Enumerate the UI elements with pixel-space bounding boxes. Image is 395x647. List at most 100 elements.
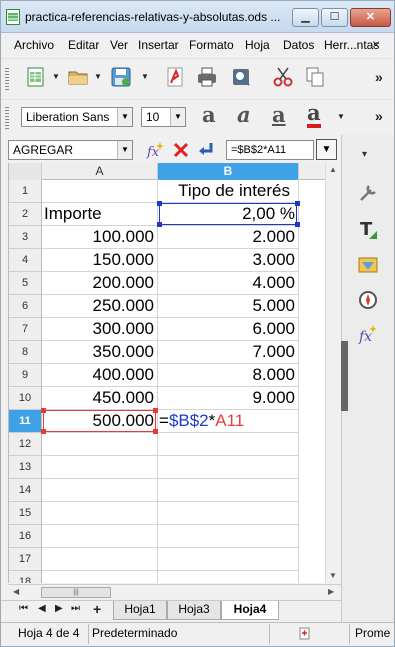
row-header[interactable]: 18	[9, 571, 42, 583]
cell-a9[interactable]: 400.000	[42, 364, 158, 387]
cell-empty[interactable]	[42, 479, 158, 502]
cell-b1[interactable]: Tipo de interés	[158, 180, 299, 203]
cell-empty[interactable]	[158, 433, 299, 456]
tab-hoja3[interactable]: Hoja3	[167, 601, 221, 620]
cut-icon[interactable]	[272, 66, 294, 88]
add-sheet-button[interactable]: +	[93, 601, 101, 617]
cell-b4[interactable]: 3.000	[158, 249, 299, 272]
styles-icon[interactable]: T	[357, 218, 379, 240]
sidebar-collapse-handle[interactable]	[341, 341, 348, 411]
cell-b7[interactable]: 6.000	[158, 318, 299, 341]
menu-datos[interactable]: Datos	[283, 38, 314, 52]
row-header[interactable]: 1	[9, 180, 42, 203]
ref-handle[interactable]	[295, 201, 300, 206]
cell-b8[interactable]: 7.000	[158, 341, 299, 364]
toolbar-more-icon[interactable]: »	[375, 69, 383, 85]
save-dropdown-icon[interactable]: ▼	[141, 72, 149, 81]
row-header[interactable]: 17	[9, 548, 42, 571]
sidebar-menu-icon[interactable]: ▾	[362, 149, 367, 160]
scroll-down-icon[interactable]: ▼	[329, 571, 337, 580]
horizontal-scroll-thumb[interactable]: |||	[41, 587, 111, 598]
italic-icon[interactable]: a	[237, 102, 251, 127]
select-all-corner[interactable]	[9, 163, 42, 180]
cell-empty[interactable]	[42, 525, 158, 548]
font-color-icon[interactable]: a	[307, 102, 321, 128]
menu-archivo[interactable]: Archivo	[14, 38, 54, 52]
cell-b9[interactable]: 8.000	[158, 364, 299, 387]
menu-insertar[interactable]: Insertar	[138, 38, 179, 52]
row-header[interactable]: 4	[9, 249, 42, 272]
row-header[interactable]: 9	[9, 364, 42, 387]
menu-editar[interactable]: Editar	[68, 38, 99, 52]
tab-hoja1[interactable]: Hoja1	[113, 601, 167, 620]
toolbar-grip[interactable]	[5, 107, 9, 129]
cell-empty[interactable]	[42, 502, 158, 525]
status-sum[interactable]: Prome	[355, 626, 390, 640]
minimize-button[interactable]: ▁	[292, 8, 319, 27]
row-header[interactable]: 12	[9, 433, 42, 456]
spreadsheet-grid[interactable]: A B 1 2 3 4 5 6 7 8 9 10 11 12 13 14 15 …	[8, 163, 341, 583]
cell-a2[interactable]: Importe	[42, 203, 158, 226]
tab-hoja4[interactable]: Hoja4	[221, 601, 279, 620]
vertical-scrollbar[interactable]: ▲ ▼	[325, 163, 341, 583]
column-header-b[interactable]: B	[158, 163, 299, 180]
scroll-up-icon[interactable]: ▲	[329, 165, 337, 174]
cell-b10[interactable]: 9.000	[158, 387, 299, 410]
first-sheet-icon[interactable]: ⏮	[19, 603, 28, 614]
cell-empty[interactable]	[158, 502, 299, 525]
ref-handle[interactable]	[157, 201, 162, 206]
bold-icon[interactable]: a	[202, 102, 216, 127]
maximize-button[interactable]: ☐	[321, 8, 348, 27]
cell-empty[interactable]	[158, 525, 299, 548]
format-toolbar-more-icon[interactable]: »	[375, 108, 383, 124]
open-dropdown-icon[interactable]: ▼	[94, 72, 102, 81]
cell-b5[interactable]: 4.000	[158, 272, 299, 295]
save-icon[interactable]	[110, 66, 132, 88]
cell-empty[interactable]	[158, 479, 299, 502]
export-pdf-icon[interactable]	[164, 66, 186, 88]
print-preview-icon[interactable]	[230, 66, 252, 88]
ref-handle[interactable]	[153, 408, 158, 413]
navigator-icon[interactable]	[357, 289, 379, 311]
function-wizard-icon[interactable]: fx	[146, 140, 166, 160]
close-window-button[interactable]: ✕	[350, 8, 391, 27]
row-header[interactable]: 13	[9, 456, 42, 479]
chevron-down-icon[interactable]: ▼	[117, 108, 132, 126]
cell-b3[interactable]: 2.000	[158, 226, 299, 249]
cell-a6[interactable]: 250.000	[42, 295, 158, 318]
row-header[interactable]: 3	[9, 226, 42, 249]
chevron-down-icon[interactable]: ▼	[170, 108, 185, 126]
menu-hoja[interactable]: Hoja	[245, 38, 270, 52]
cell-a3[interactable]: 100.000	[42, 226, 158, 249]
cell-a8[interactable]: 350.000	[42, 341, 158, 364]
cancel-icon[interactable]	[171, 140, 191, 160]
new-dropdown-icon[interactable]: ▼	[52, 72, 60, 81]
ref-handle[interactable]	[295, 222, 300, 227]
close-document-icon[interactable]: ×	[372, 36, 380, 52]
row-header[interactable]: 16	[9, 525, 42, 548]
menu-formato[interactable]: Formato	[189, 38, 234, 52]
ref-handle[interactable]	[157, 222, 162, 227]
underline-icon[interactable]: a	[272, 102, 286, 127]
row-header[interactable]: 10	[9, 387, 42, 410]
font-name-combobox[interactable]: Liberation Sans ▼	[21, 107, 133, 127]
gallery-icon[interactable]	[357, 253, 379, 275]
cell-a4[interactable]: 150.000	[42, 249, 158, 272]
cell-a5[interactable]: 200.000	[42, 272, 158, 295]
cell-empty[interactable]	[42, 571, 158, 583]
cell-a7[interactable]: 300.000	[42, 318, 158, 341]
cell-empty[interactable]	[42, 456, 158, 479]
copy-icon[interactable]	[304, 66, 326, 88]
cell-empty[interactable]	[42, 548, 158, 571]
open-folder-icon[interactable]	[67, 66, 89, 88]
functions-icon[interactable]: fx	[357, 323, 379, 345]
new-spreadsheet-icon[interactable]	[25, 66, 47, 88]
next-sheet-icon[interactable]: ▶	[55, 603, 63, 614]
print-icon[interactable]	[196, 66, 218, 88]
row-header[interactable]: 5	[9, 272, 42, 295]
accept-icon[interactable]	[196, 140, 216, 160]
font-color-dropdown-icon[interactable]: ▼	[337, 112, 345, 121]
row-header-active[interactable]: 11	[9, 410, 42, 433]
row-header[interactable]: 8	[9, 341, 42, 364]
properties-wrench-icon[interactable]	[357, 182, 379, 204]
